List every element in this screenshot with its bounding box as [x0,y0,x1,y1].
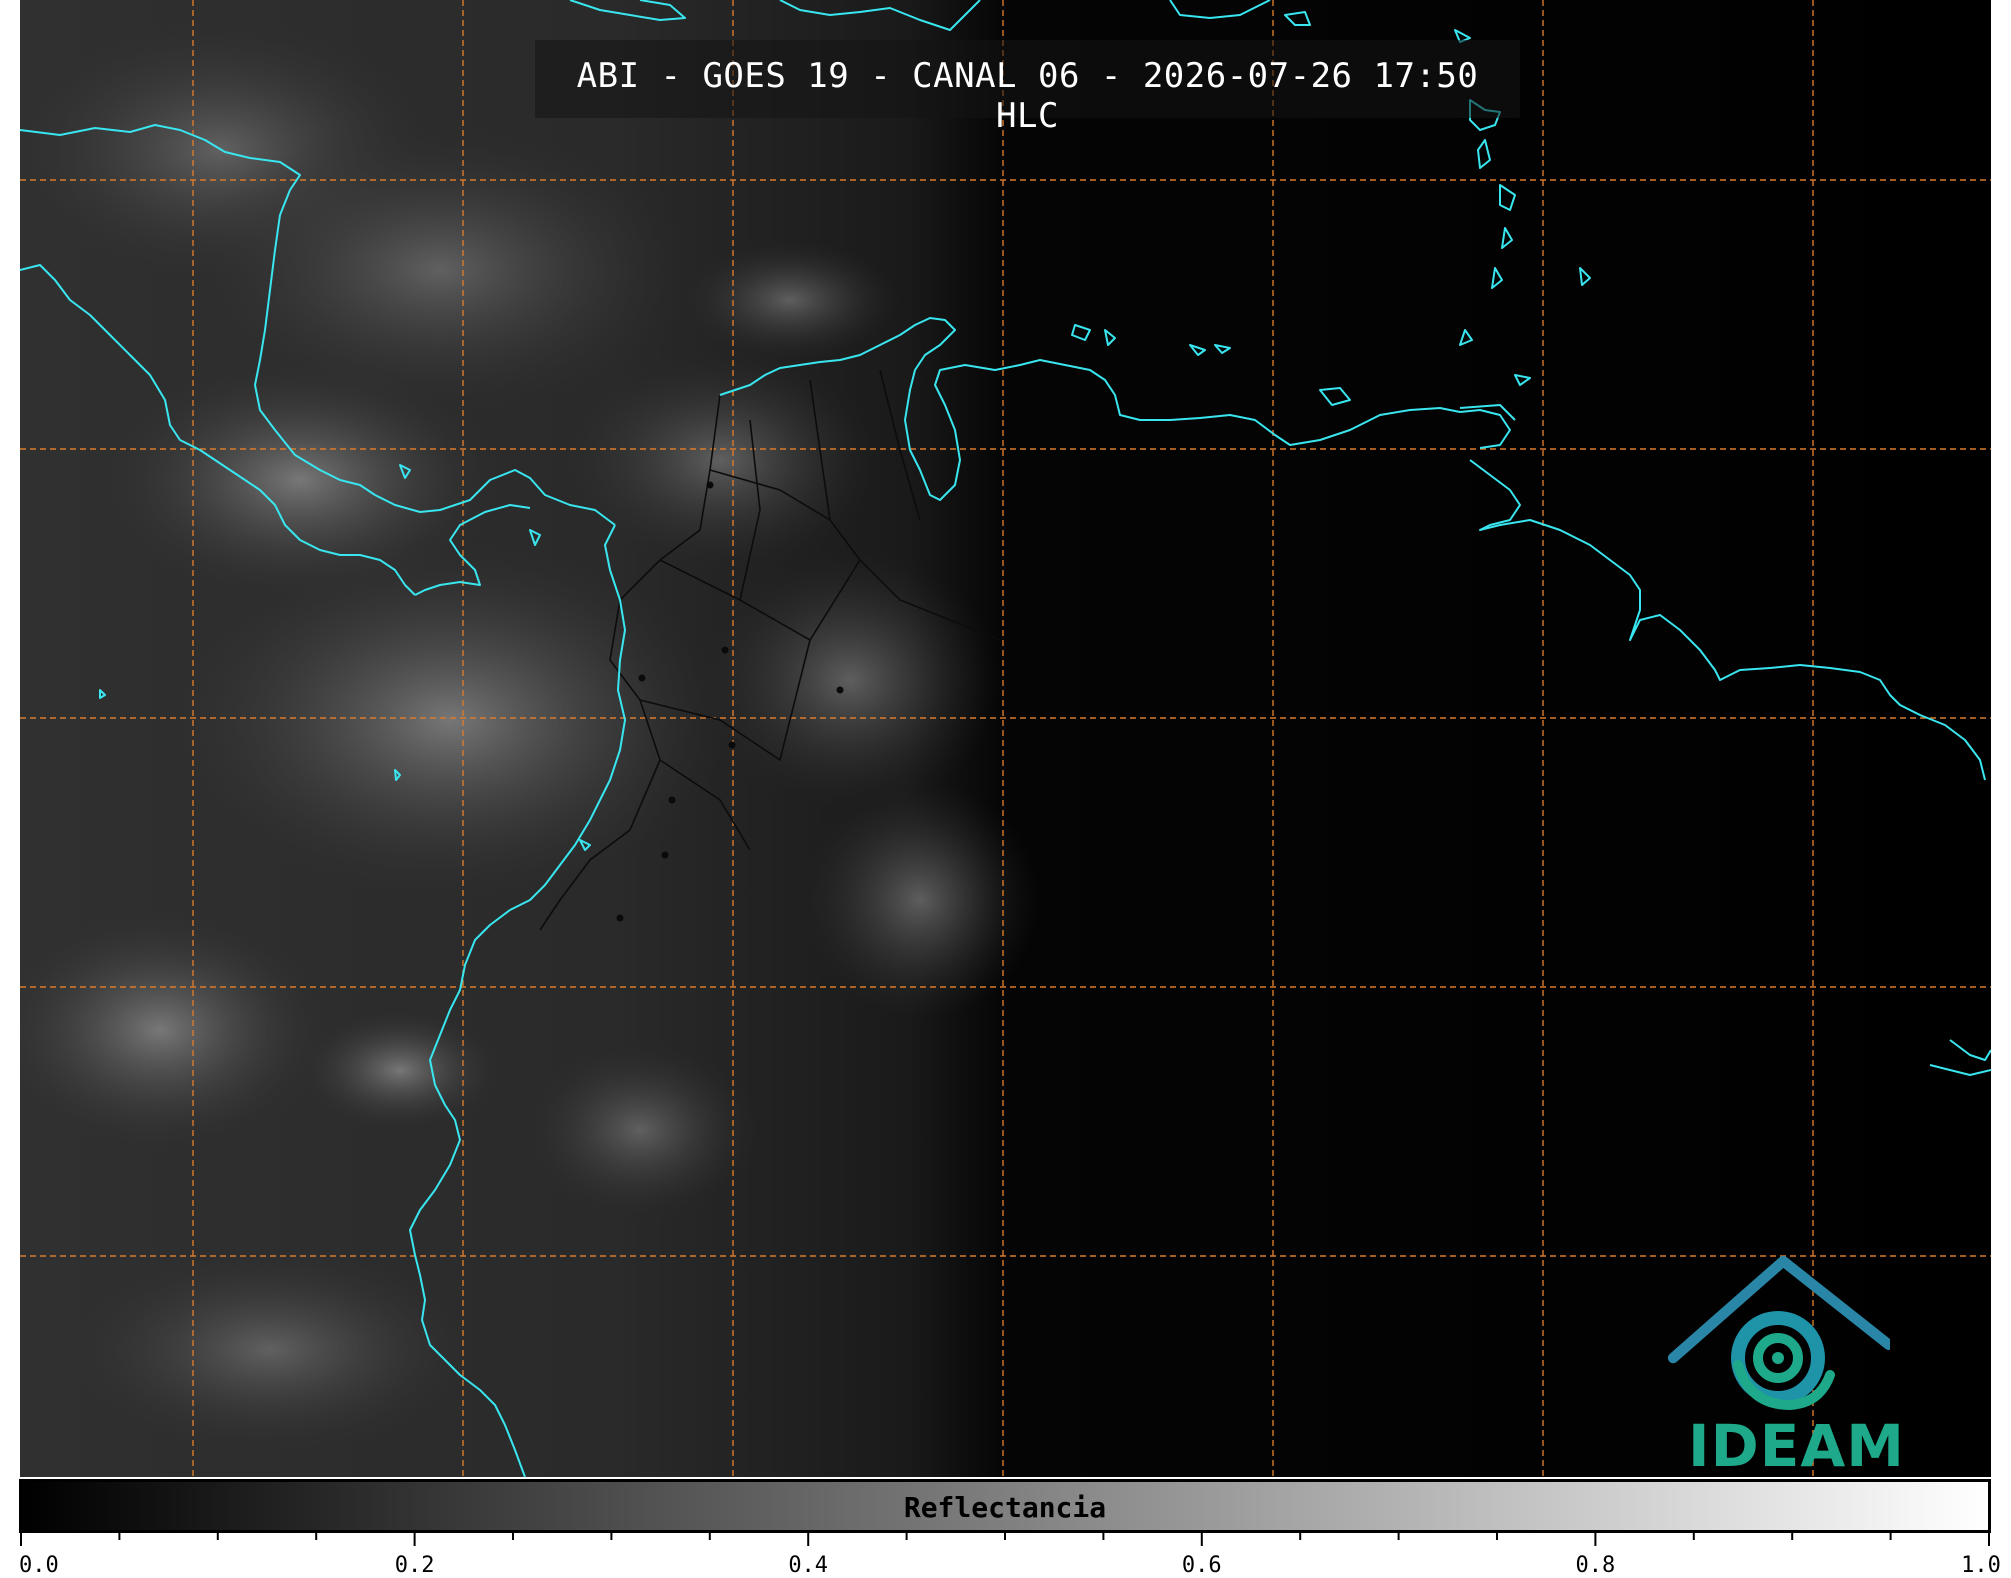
colorbar-ticks [20,1530,1990,1546]
colorbar-tick-label: 0.0 [19,1553,59,1578]
colorbar-tick-label: 0.2 [394,1553,435,1578]
colorbar-tick-label: 0.4 [788,1553,829,1578]
colorbar-tick-label: 0.8 [1575,1553,1616,1578]
colorbar-label: Reflectancia [903,1491,1107,1524]
logo-wordmark: IDEAM [1688,1412,1905,1480]
image-title: ABI - GOES 19 - CANAL 06 - 2026-07-26 17… [576,56,1479,136]
colorbar-tick-label: 0.6 [1181,1553,1222,1578]
colorbar-tick-label: 1.0 [1961,1553,2001,1578]
satellite-image-view: ABI - GOES 19 - CANAL 06 - 2026-07-26 17… [0,0,2011,1578]
